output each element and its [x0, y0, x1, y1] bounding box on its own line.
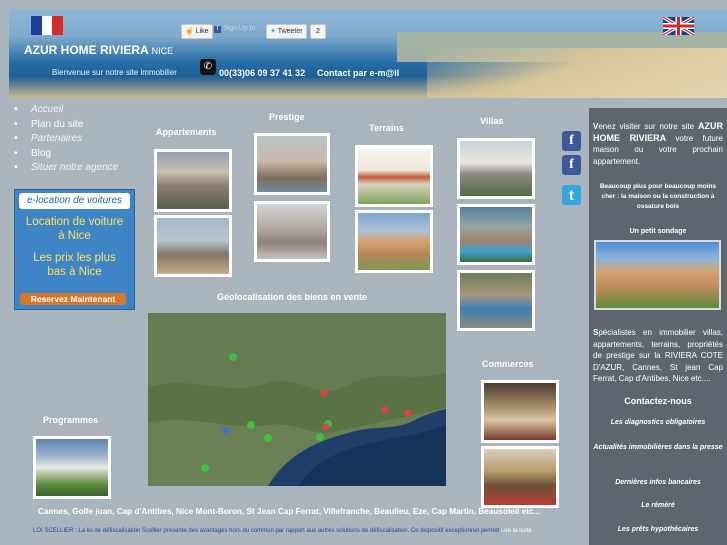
twitter-bird-icon: ✦ — [270, 28, 276, 35]
link-actualites[interactable]: Actualités immobilières dans la presse — [593, 443, 723, 453]
facebook-icon: f — [214, 26, 221, 33]
map-marker-green[interactable] — [316, 433, 324, 441]
facebook-like-button[interactable]: ☝ Like — [181, 24, 213, 39]
link-diagnostics[interactable]: Les diagnostics obligatoires — [593, 419, 723, 426]
promo-wood-house-link[interactable]: Beaucoup plus pour beaucoup moins cher :… — [593, 182, 723, 212]
ad-line1b: à Nice — [58, 230, 91, 242]
map-marker-red[interactable] — [404, 409, 412, 417]
intro-text: enez visiter sur notre site — [598, 122, 698, 131]
villa-thumb-3[interactable] — [457, 270, 535, 331]
signup-label: Sign Up to — [222, 25, 256, 32]
nav-item-blog[interactable]: Blog — [14, 147, 118, 162]
french-flag-icon[interactable] — [31, 16, 64, 35]
nav-item-plan-du-site[interactable]: Plan du site — [14, 118, 118, 133]
signup-link[interactable]: f Sign Up to — [214, 25, 256, 33]
heading-commerces[interactable]: Commerces — [482, 359, 534, 369]
nav-item-situer-agence[interactable]: Situer notre agence — [14, 161, 118, 176]
loi-scellier-text: LOI SCELLIER : La loi de défiscalisation… — [33, 528, 532, 534]
phone-icon: ✆ — [200, 59, 216, 75]
link-prets-hypothecaires[interactable]: Les prêts hypothécaires — [593, 526, 723, 533]
map-marker-green[interactable] — [264, 434, 272, 442]
spec-body: pécialistes en immobilier villas, appart… — [593, 328, 723, 383]
loi-read-more-link[interactable]: Lire la suite — [501, 528, 532, 534]
heading-appartements[interactable]: Appartements — [156, 127, 217, 137]
specialists-text: Spécialistes en immobilier villas, appar… — [593, 327, 723, 385]
nav-item-partenaires[interactable]: Partenaires — [14, 132, 118, 147]
thumbs-up-icon: ☝ — [185, 28, 194, 35]
ad-reserve-button[interactable]: Reservez Maintenant — [20, 293, 126, 305]
prestige-thumb-1[interactable] — [254, 133, 330, 195]
survey-house-image[interactable] — [594, 240, 721, 310]
uk-flag-icon[interactable] — [663, 17, 694, 35]
prestige-thumb-2[interactable] — [254, 201, 330, 262]
geolocation-map[interactable] — [148, 313, 446, 486]
map-terrain — [148, 313, 446, 486]
site-title-suffix: NICE — [151, 46, 174, 56]
tweet-count: 2 — [310, 24, 326, 39]
tweet-count-value: 2 — [316, 28, 320, 35]
villa-thumb-2[interactable] — [457, 204, 535, 265]
welcome-text: Bienvenue sur notre site immobilier — [52, 68, 177, 77]
facebook-icon[interactable]: f — [562, 131, 581, 151]
map-marker-red[interactable] — [320, 389, 328, 397]
map-marker-red[interactable] — [381, 406, 389, 414]
heading-programmes[interactable]: Programmes — [43, 415, 98, 425]
map-marker-blue[interactable] — [222, 427, 230, 435]
ad-logo: e-location de voitures — [19, 193, 130, 209]
link-infos-bancaires[interactable]: Dernières infos bancaires — [593, 479, 723, 486]
contact-us-link[interactable]: Contactez-nous — [593, 396, 723, 406]
commerce-thumb-2[interactable] — [481, 446, 559, 508]
loi-scellier-body: LOI SCELLIER : La loi de défiscalisation… — [33, 528, 500, 534]
survey-link[interactable]: Un petit sondage — [593, 228, 723, 235]
facebook-icon[interactable]: f — [562, 155, 581, 175]
site-title-text: AZUR HOME RIVIERA — [24, 43, 149, 57]
heading-prestige[interactable]: Prestige — [269, 112, 305, 122]
ad-line2b: bas à Nice — [47, 266, 102, 278]
programme-thumb-1[interactable] — [33, 436, 111, 499]
site-title[interactable]: AZUR HOME RIVIERA NICE — [24, 43, 173, 57]
nav-item-accueil[interactable]: Accueil — [14, 103, 118, 118]
heading-terrains[interactable]: Terrains — [369, 123, 404, 133]
ad-line1a: Location de voiture — [25, 216, 124, 228]
heading-villas[interactable]: Villas — [480, 116, 503, 126]
car-rental-ad[interactable]: e-location de voitures Location de voitu… — [14, 189, 135, 310]
contact-email-link[interactable]: Contact par e-m@il — [317, 68, 399, 78]
twitter-icon[interactable]: t — [562, 185, 581, 205]
terrain-thumb-2[interactable] — [355, 210, 433, 273]
link-remere[interactable]: Le réméré — [593, 502, 723, 509]
appartement-thumb-2[interactable] — [154, 215, 232, 277]
phone-number: 00(33)06 09 37 41 32 — [219, 68, 306, 78]
like-label: Like — [195, 28, 209, 35]
map-marker-red[interactable] — [322, 423, 330, 431]
ad-line2a: Les prix les plus — [33, 252, 116, 264]
heading-geolocalisation: Géolocalisation des biens en vente — [217, 292, 368, 302]
main-nav: Accueil Plan du site Partenaires Blog Si… — [14, 103, 118, 176]
commerce-thumb-1[interactable] — [481, 380, 559, 443]
map-marker-green[interactable] — [247, 421, 255, 429]
banner-beach — [427, 48, 727, 98]
tweet-button[interactable]: ✦ Tweeter — [266, 24, 307, 39]
footer-towns: Cannes, Golfe juan, Cap d'Antibes, Nice … — [38, 507, 541, 516]
terrain-thumb-1[interactable] — [355, 145, 433, 207]
appartement-thumb-1[interactable] — [154, 149, 232, 212]
map-marker-green[interactable] — [229, 353, 237, 361]
tweet-label: Tweeter — [277, 28, 303, 35]
map-marker-green[interactable] — [201, 464, 209, 472]
right-panel-intro: Venez visiter sur notre site AZUR HOME R… — [593, 121, 723, 167]
villa-thumb-1[interactable] — [457, 138, 535, 199]
